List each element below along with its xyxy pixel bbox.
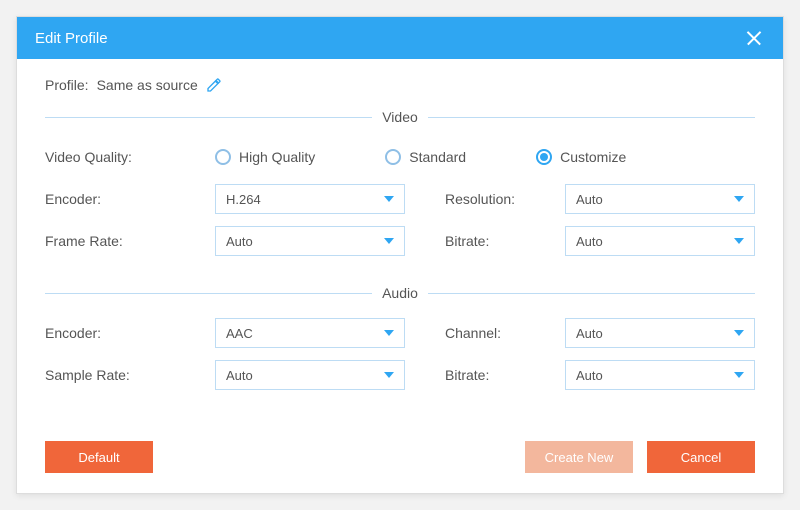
audio-section-label: Audio (382, 285, 418, 301)
select-value: Auto (576, 192, 603, 207)
chevron-down-icon (384, 372, 394, 378)
video-quality-radio-group: High Quality Standard Customize (215, 149, 755, 165)
select-value: Auto (576, 326, 603, 341)
audio-samplerate-label: Sample Rate: (45, 367, 215, 383)
video-section-title: Video (45, 109, 755, 125)
profile-row: Profile: Same as source (45, 77, 755, 93)
chevron-down-icon (734, 196, 744, 202)
video-encoder-label: Encoder: (45, 191, 215, 207)
titlebar: Edit Profile (17, 17, 783, 59)
audio-bitrate-label: Bitrate: (445, 367, 565, 383)
radio-customize[interactable]: Customize (536, 149, 626, 165)
video-bitrate-select[interactable]: Auto (565, 226, 755, 256)
button-label: Cancel (681, 450, 721, 465)
select-value: Auto (226, 368, 253, 383)
dialog-body: Profile: Same as source Video Video Qual… (17, 59, 783, 493)
video-encoder-select[interactable]: H.264 (215, 184, 405, 214)
chevron-down-icon (384, 238, 394, 244)
audio-channel-label: Channel: (445, 325, 565, 341)
edit-profile-dialog: Edit Profile Profile: Same as source Vid… (16, 16, 784, 494)
video-resolution-label: Resolution: (445, 191, 565, 207)
audio-channel-select[interactable]: Auto (565, 318, 755, 348)
chevron-down-icon (384, 196, 394, 202)
button-label: Default (78, 450, 119, 465)
audio-encoder-select[interactable]: AAC (215, 318, 405, 348)
radio-label: Standard (409, 149, 466, 165)
audio-samplerate-select[interactable]: Auto (215, 360, 405, 390)
default-button[interactable]: Default (45, 441, 153, 473)
select-value: Auto (576, 368, 603, 383)
radio-high-quality[interactable]: High Quality (215, 149, 315, 165)
select-value: H.264 (226, 192, 261, 207)
edit-profile-name-icon[interactable] (206, 77, 222, 93)
create-new-button[interactable]: Create New (525, 441, 633, 473)
profile-label: Profile: (45, 77, 89, 93)
audio-samplerate-row: Sample Rate: Auto Bitrate: Auto (45, 357, 755, 393)
chevron-down-icon (384, 330, 394, 336)
button-label: Create New (545, 450, 614, 465)
radio-standard[interactable]: Standard (385, 149, 466, 165)
video-section-label: Video (382, 109, 418, 125)
radio-icon (215, 149, 231, 165)
profile-value: Same as source (97, 77, 198, 93)
chevron-down-icon (734, 372, 744, 378)
video-bitrate-label: Bitrate: (445, 233, 565, 249)
audio-encoder-row: Encoder: AAC Channel: Auto (45, 315, 755, 351)
titlebar-title: Edit Profile (35, 30, 108, 47)
audio-bitrate-select[interactable]: Auto (565, 360, 755, 390)
video-quality-label: Video Quality: (45, 149, 215, 165)
cancel-button[interactable]: Cancel (647, 441, 755, 473)
radio-label: High Quality (239, 149, 315, 165)
video-framerate-select[interactable]: Auto (215, 226, 405, 256)
radio-icon (536, 149, 552, 165)
video-resolution-select[interactable]: Auto (565, 184, 755, 214)
select-value: AAC (226, 326, 253, 341)
chevron-down-icon (734, 238, 744, 244)
dialog-footer: Default Create New Cancel (45, 441, 755, 473)
video-encoder-row: Encoder: H.264 Resolution: Auto (45, 181, 755, 217)
video-framerate-label: Frame Rate: (45, 233, 215, 249)
video-quality-row: Video Quality: High Quality Standard Cus… (45, 139, 755, 175)
radio-label: Customize (560, 149, 626, 165)
audio-encoder-label: Encoder: (45, 325, 215, 341)
close-icon[interactable] (743, 27, 765, 49)
radio-icon (385, 149, 401, 165)
audio-section-title: Audio (45, 285, 755, 301)
chevron-down-icon (734, 330, 744, 336)
select-value: Auto (576, 234, 603, 249)
select-value: Auto (226, 234, 253, 249)
video-framerate-row: Frame Rate: Auto Bitrate: Auto (45, 223, 755, 259)
